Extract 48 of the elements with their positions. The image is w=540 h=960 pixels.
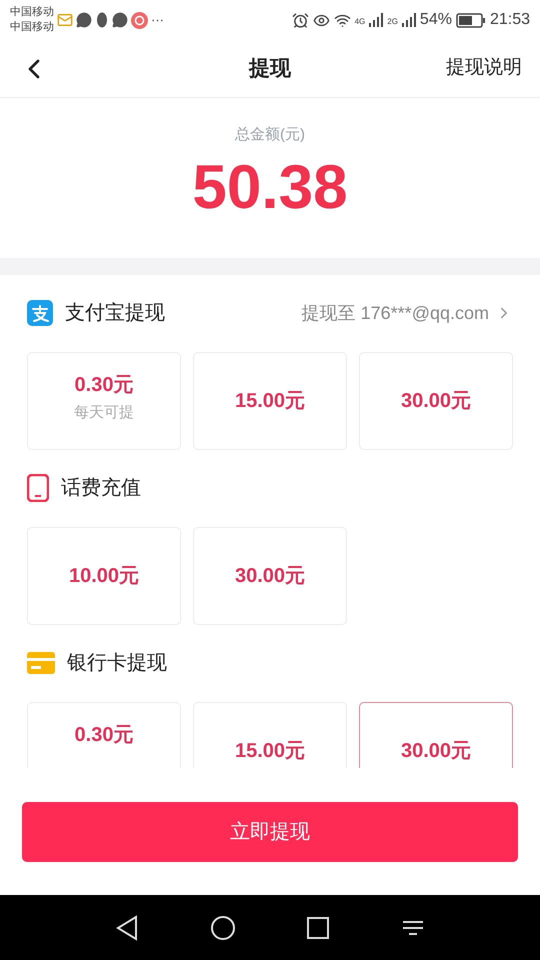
battery-percent: 54% <box>420 10 452 30</box>
phone-icon <box>27 474 49 502</box>
signal-icon <box>369 13 384 27</box>
amount-option[interactable]: 15.00元 <box>193 702 347 768</box>
option-amount: 15.00元 <box>234 389 306 414</box>
more-notifications: ··· <box>151 11 164 30</box>
battery-icon <box>456 12 486 28</box>
option-note: 每天可提 <box>74 403 134 423</box>
option-amount: 0.30元 <box>74 723 134 748</box>
amount-option[interactable]: 30.00元 <box>193 527 347 625</box>
option-amount: 30.00元 <box>400 739 472 764</box>
carrier-label: 中国移动 <box>10 5 54 20</box>
home-nav-icon[interactable] <box>210 914 236 940</box>
option-amount: 10.00元 <box>68 564 140 589</box>
back-nav-icon[interactable] <box>115 914 140 940</box>
network-label: 4G <box>354 16 366 28</box>
option-amount: 0.30元 <box>74 373 134 398</box>
wallet-app-icon <box>27 300 53 326</box>
amount-option[interactable]: 0.30元 <box>27 702 181 768</box>
bank-card-icon <box>27 652 55 674</box>
page-title: 提现 <box>249 56 291 82</box>
total-amount: 50.38 <box>192 152 348 222</box>
section-title: 话费充值 <box>61 476 141 501</box>
mail-icon <box>57 12 73 28</box>
amount-option[interactable]: 10.00元 <box>27 527 181 625</box>
network-label: 2G <box>387 16 398 28</box>
total-label: 总金额(元) <box>235 125 305 145</box>
chat-icon <box>76 12 92 28</box>
section-title: 支付宝提现 <box>65 301 165 326</box>
carrier-label: 中国移动 <box>10 20 54 35</box>
amount-option[interactable]: 30.00元 <box>359 702 513 768</box>
section-title: 银行卡提现 <box>67 651 167 676</box>
option-amount: 30.00元 <box>400 389 472 414</box>
help-link[interactable]: 提现说明 <box>446 54 522 83</box>
amount-option[interactable]: 30.00元 <box>359 352 513 450</box>
penguin-icon <box>95 12 109 28</box>
withdraw-button[interactable]: 立即提现 <box>22 802 518 862</box>
alarm-icon <box>292 12 309 28</box>
signal-icon <box>402 13 416 27</box>
amount-option[interactable]: 0.30元 每天可提 <box>27 352 181 450</box>
option-amount: 15.00元 <box>234 739 306 764</box>
account-link[interactable]: 提现至 176***@qq.com <box>302 300 513 326</box>
message-icon <box>112 12 128 28</box>
option-amount: 30.00元 <box>234 564 306 589</box>
clock-time: 21:53 <box>490 10 530 30</box>
app-icon <box>131 12 148 28</box>
amount-option[interactable]: 15.00元 <box>193 352 347 450</box>
recents-nav-icon[interactable] <box>306 916 330 940</box>
